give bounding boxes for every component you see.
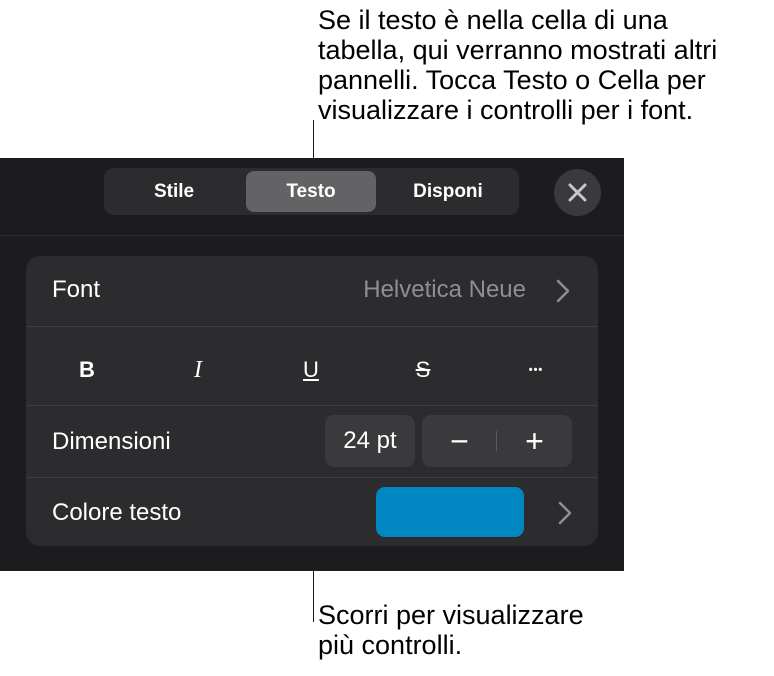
row-divider [26,326,598,327]
leader-line-bottom [313,560,314,622]
size-stepper: − + [422,415,572,467]
font-value: Helvetica Neue [363,276,526,303]
font-row[interactable]: Font Helvetica Neue [26,256,598,326]
callout-top: Se il testo è nella cella di una tabella… [318,5,718,125]
tab-testo[interactable]: Testo [246,171,376,212]
tab-disponi[interactable]: Disponi [382,171,514,212]
chevron-right-icon [556,279,570,303]
font-label: Font [52,276,101,303]
bold-button[interactable]: B [67,350,107,390]
text-options-card: Font Helvetica Neue B I U S ••• Dimensio… [26,256,598,546]
tab-control: Stile Testo Disponi [104,168,519,215]
underline-button[interactable]: U [291,350,331,390]
text-color-swatch[interactable] [376,487,524,537]
decrease-size-button[interactable]: − [422,415,497,467]
close-icon [568,183,587,202]
header-divider [0,235,624,236]
strikethrough-button[interactable]: S [403,350,443,390]
italic-button[interactable]: I [178,350,218,390]
size-value-field[interactable]: 24 pt [325,415,415,467]
format-panel: Stile Testo Disponi Font Helvetica Neue … [0,158,624,571]
size-label: Dimensioni [52,428,171,455]
increase-size-button[interactable]: + [497,415,572,467]
more-options-button[interactable]: ••• [516,350,556,390]
row-divider [26,405,598,406]
close-button[interactable] [554,169,601,216]
chevron-right-icon [558,501,572,525]
tab-stile[interactable]: Stile [108,171,240,212]
callout-bottom: Scorri per visualizzare più controlli. [318,600,584,660]
text-color-label: Colore testo [52,499,182,526]
